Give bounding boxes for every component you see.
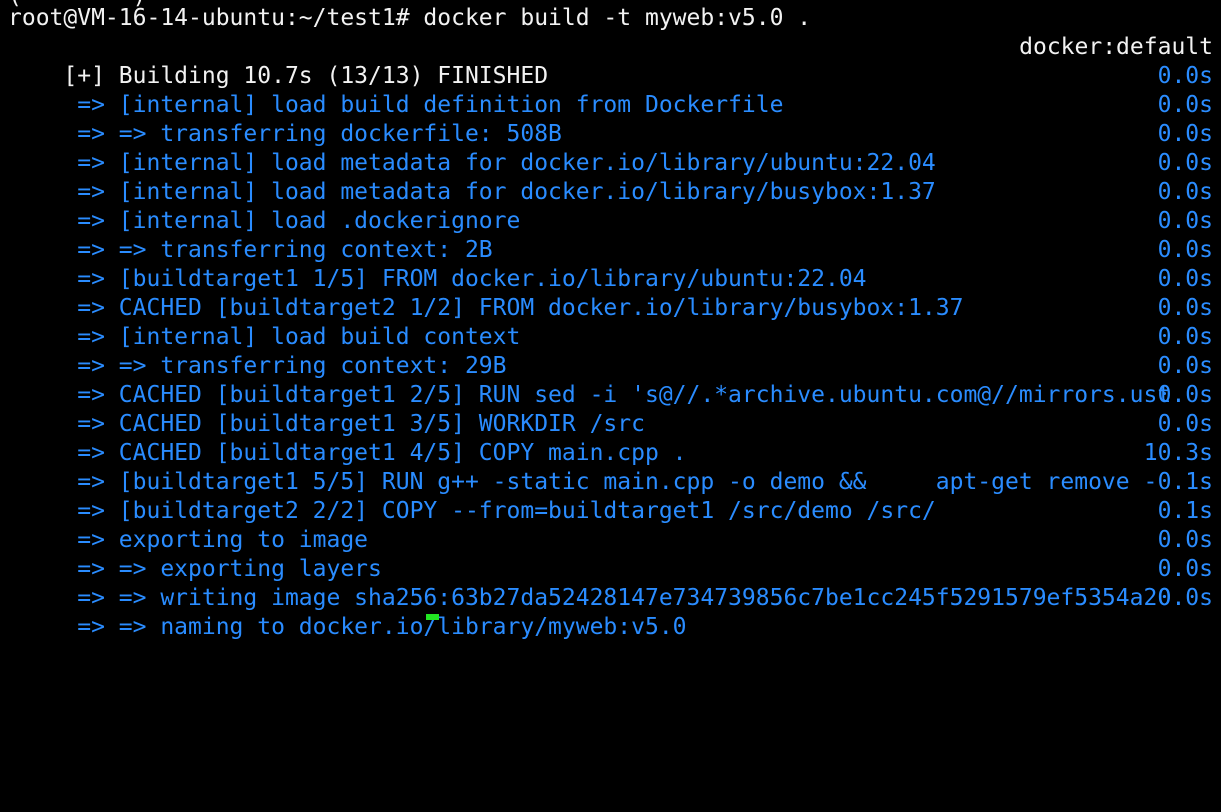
build-step-line: => [internal] load build definition from… [8,62,1213,118]
build-step-line: => CACHED [buildtarget1 4/5] COPY main.c… [8,410,1213,466]
build-step-line: => => transferring context: 2B 0.0s [8,207,1213,263]
step-time: 0.0s [1157,150,1213,176]
build-step-line: => => exporting layers 0.0s [8,526,1213,582]
terminal-window[interactable]: ( ) root@VM-16-14-ubuntu:~/test1# docker… [0,0,1221,640]
build-step-line: => => writing image sha256:63b27da524281… [8,555,1213,611]
step-time: 0.0s [1157,527,1213,553]
build-step-line: => [internal] load build context 0.0s [8,294,1213,350]
step-time: 0.1s [1157,498,1213,524]
build-step-line: => CACHED [buildtarget1 3/5] WORKDIR /sr… [8,381,1213,437]
step-time: 0.0s [1157,585,1213,611]
step-time: 0.0s [1157,324,1213,350]
build-step-line: => CACHED [buildtarget1 2/5] RUN sed -i … [8,352,1213,408]
build-step-line: => exporting to image 0.1s [8,497,1213,553]
step-time: 0.0s [1157,208,1213,234]
step-time: 0.0s [1157,295,1213,321]
build-step-line: => => naming to docker.io/library/myweb:… [8,584,1213,640]
step-time: 10.3s [1143,440,1213,466]
step-time: 0.0s [1157,237,1213,263]
builder-name: docker:default [1019,34,1213,60]
build-step-line: => => transferring dockerfile: 508B 0.0s [8,91,1213,147]
build-step-line: => [buildtarget1 1/5] FROM docker.io/lib… [8,236,1213,292]
step-time: 0.0s [1157,92,1213,118]
prompt-line: root@VM-16-14-ubuntu:~/test1# docker bui… [8,5,812,31]
step-time: 0.0s [1157,556,1213,582]
build-step-line: => [internal] load .dockerignore 0.0s [8,178,1213,234]
build-step-line: => [buildtarget1 5/5] RUN g++ -static ma… [8,439,1213,495]
step-time: 0.0s [1157,382,1213,408]
step-time: 0.0s [1157,179,1213,205]
step-time: 0.0s [1157,353,1213,379]
build-step-line: => [internal] load metadata for docker.i… [8,120,1213,176]
step-time: 0.0s [1157,411,1213,437]
build-step-line: => [internal] load metadata for docker.i… [8,149,1213,205]
step-time: 0.0s [1157,63,1213,89]
build-step-line: => => transferring context: 29B 0.0s [8,323,1213,379]
build-step-line: => [buildtarget2 2/2] COPY --from=buildt… [8,468,1213,524]
build-step-line: => CACHED [buildtarget2 1/2] FROM docker… [8,265,1213,321]
terminal-cursor [426,614,439,620]
step-time: 0.1s [1157,469,1213,495]
build-status-line: [+] Building 10.7s (13/13) FINISHED dock… [8,33,1213,89]
step-text: => => naming to docker.io/library/myweb:… [63,614,687,640]
step-time: 0.0s [1157,266,1213,292]
step-time: 0.0s [1157,121,1213,147]
